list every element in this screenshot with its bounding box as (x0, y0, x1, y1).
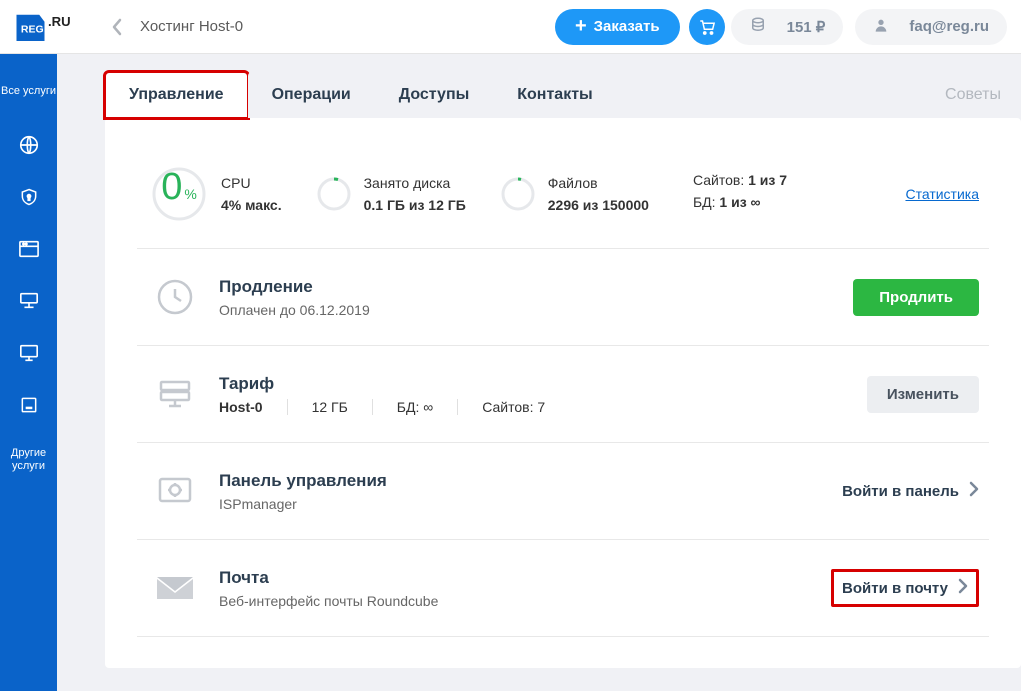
server-icon (18, 291, 40, 311)
mail-section: Почта Веб-интерфейс почты Roundcube Войт… (137, 540, 989, 637)
tariff-db: БД: ∞ (372, 399, 457, 415)
order-button[interactable]: + Заказать (555, 9, 680, 45)
sites-value: 1 из 7 (748, 172, 787, 188)
user-pill[interactable]: faq@reg.ru (855, 9, 1007, 45)
disk-icon (19, 395, 39, 415)
tab-operations[interactable]: Операции (248, 72, 375, 118)
sidebar-all-services-label: Все услуги (1, 85, 56, 98)
mail-icon (151, 564, 199, 612)
tariff-name: Host-0 (219, 399, 287, 415)
renew-button[interactable]: Продлить (853, 279, 979, 316)
coins-icon (749, 16, 777, 38)
files-label: Файлов (548, 175, 649, 191)
breadcrumb: Хостинг Host-0 (140, 18, 546, 35)
balance-amount: 151 ₽ (787, 18, 826, 36)
control-panel-section: Панель управления ISPmanager Войти в пан… (137, 443, 989, 540)
server-rack-icon (151, 370, 199, 418)
statistics-link[interactable]: Статистика (905, 186, 979, 202)
sites-label: Сайтов: (693, 172, 744, 188)
topbar: REG .RU Хостинг Host-0 + Заказать 151 ₽ … (0, 0, 1021, 54)
stats-row: 0% CPU 4% макс. Занято диска 0.1 ГБ из 1… (137, 146, 989, 249)
sidebar-other-services-label: Другие услуги (0, 447, 57, 473)
tab-manage[interactable]: Управление (105, 72, 248, 118)
cpu-value: 4% макс. (221, 197, 282, 213)
back-button[interactable] (102, 12, 132, 42)
disk-label: Занято диска (364, 175, 466, 191)
db-value: 1 из ∞ (719, 194, 760, 210)
tab-contacts[interactable]: Контакты (493, 72, 616, 118)
balance-pill[interactable]: 151 ₽ (731, 9, 844, 45)
renewal-sub: Оплачен до 06.12.2019 (219, 302, 853, 318)
logo[interactable]: REG .RU (0, 9, 96, 45)
globe-icon (18, 134, 40, 156)
change-tariff-button[interactable]: Изменить (867, 376, 979, 413)
cart-button[interactable] (689, 9, 725, 45)
cpu-percent-sign: % (184, 186, 196, 202)
user-email: faq@reg.ru (909, 18, 989, 35)
cpu-percent: 0 (161, 166, 182, 209)
shield-icon (19, 186, 39, 208)
control-panel-sub: ISPmanager (219, 496, 842, 512)
enter-mail-label: Войти в почту (842, 580, 948, 597)
svg-text:.RU: .RU (48, 14, 71, 29)
mail-title: Почта (219, 568, 831, 588)
disk-value: 0.1 ГБ из 12 ГБ (364, 197, 466, 213)
chevron-right-icon (958, 578, 968, 598)
enter-panel-label: Войти в панель (842, 483, 959, 500)
renewal-section: Продление Оплачен до 06.12.2019 Продлить (137, 249, 989, 346)
tab-tips[interactable]: Советы (945, 86, 1021, 104)
user-icon (873, 17, 899, 37)
plus-icon: + (575, 15, 587, 38)
svg-text:REG: REG (21, 23, 44, 35)
sidebar-item-browser[interactable] (0, 224, 57, 276)
order-button-label: Заказать (594, 18, 660, 35)
cpu-label: CPU (221, 175, 282, 191)
files-donut (500, 176, 536, 212)
sidebar: Все услуги Другие услуги (0, 54, 57, 691)
enter-mail-button[interactable]: Войти в почту (842, 578, 968, 598)
sidebar-item-server[interactable] (0, 276, 57, 328)
clock-icon (151, 273, 199, 321)
sidebar-item-disk[interactable] (0, 380, 57, 432)
files-value: 2296 из 150000 (548, 197, 649, 213)
content: Управление Операции Доступы Контакты Сов… (57, 54, 1021, 691)
sidebar-item-globe[interactable] (0, 120, 57, 172)
tabs: Управление Операции Доступы Контакты Сов… (105, 72, 1021, 118)
monitor-icon (18, 343, 40, 363)
sidebar-other-services[interactable]: Другие услуги (0, 432, 57, 488)
browser-icon (18, 239, 40, 259)
control-panel-title: Панель управления (219, 471, 842, 491)
db-label: БД: (693, 194, 716, 210)
disk-donut (316, 176, 352, 212)
renewal-title: Продление (219, 277, 853, 297)
tariff-title: Тариф (219, 374, 867, 394)
sidebar-item-shield[interactable] (0, 172, 57, 224)
tariff-section: Тариф Host-0 12 ГБ БД: ∞ Сайтов: 7 Измен… (137, 346, 989, 443)
tariff-disk: 12 ГБ (287, 399, 372, 415)
mail-sub: Веб-интерфейс почты Roundcube (219, 593, 831, 609)
enter-panel-button[interactable]: Войти в панель (842, 481, 979, 501)
chevron-right-icon (969, 481, 979, 501)
panel: 0% CPU 4% макс. Занято диска 0.1 ГБ из 1… (105, 118, 1021, 668)
sidebar-item-monitor[interactable] (0, 328, 57, 380)
control-panel-icon (151, 467, 199, 515)
tab-access[interactable]: Доступы (375, 72, 494, 118)
cpu-donut: 0% (151, 166, 207, 222)
tariff-sites: Сайтов: 7 (457, 399, 569, 415)
sidebar-all-services[interactable]: Все услуги (0, 64, 57, 120)
